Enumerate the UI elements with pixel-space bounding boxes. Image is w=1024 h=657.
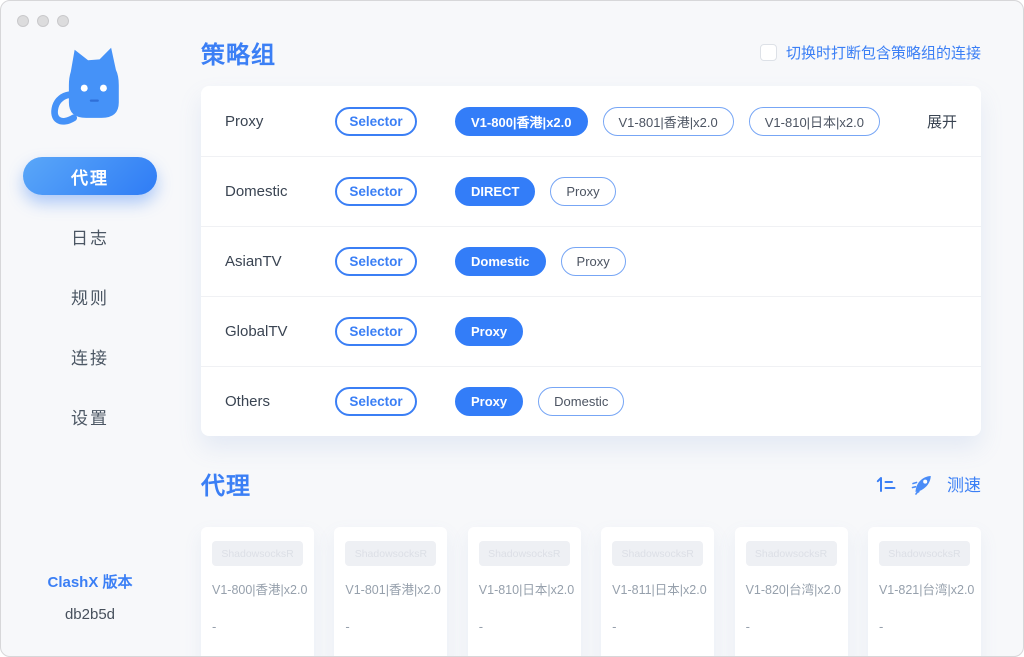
close-button[interactable] [17,15,29,27]
sidebar: 代理 日志 规则 连接 设置 ClashX 版本 db2b5d [1,1,179,657]
selector-type-button[interactable]: Selector [335,107,417,136]
break-connections-option: 切换时打断包含策略组的连接 [760,42,981,63]
sidebar-item-label: 连接 [71,344,109,369]
group-options: Domestic Proxy [455,247,626,276]
clashx-cat-logo [42,41,138,141]
version-hash: db2b5d [1,606,179,623]
proxies-title: 代理 [201,466,251,501]
proxy-option[interactable]: Proxy [550,177,615,206]
proxy-option-selected[interactable]: V1-800|香港|x2.0 [455,107,588,136]
policy-group-row: AsianTV Selector Domestic Proxy [201,226,981,296]
break-connections-label: 切换时打断包含策略组的连接 [786,42,981,63]
proxy-type-badge: ShadowsocksR [212,541,303,566]
proxy-type-badge: ShadowsocksR [612,541,703,566]
window-controls [17,15,69,27]
break-connections-checkbox[interactable] [760,44,777,61]
group-name: AsianTV [225,253,335,270]
expand-button[interactable]: 展开 [927,111,957,132]
sidebar-item-label: 代理 [71,164,109,189]
sidebar-nav: 代理 日志 规则 连接 设置 [23,157,157,457]
group-options: Proxy [455,317,523,346]
proxy-type-badge: ShadowsocksR [746,541,837,566]
proxy-option-selected[interactable]: DIRECT [455,177,535,206]
proxy-option[interactable]: Proxy [561,247,626,276]
group-options: DIRECT Proxy [455,177,616,206]
proxy-name: V1-811|日本|x2.0 [612,579,703,598]
clashx-dashboard-window: 代理 日志 规则 连接 设置 ClashX 版本 db2b5d 策略组 切换时打… [0,0,1024,657]
proxy-latency: - [746,619,750,634]
policy-group-row: Proxy Selector V1-800|香港|x2.0 V1-801|香港|… [201,86,981,156]
version-label: ClashX 版本 [1,571,179,592]
sidebar-item-label: 规则 [71,284,109,309]
minimize-button[interactable] [37,15,49,27]
proxies-header: 代理 测速 [201,466,981,501]
selector-type-button[interactable]: Selector [335,387,417,416]
proxy-name: V1-801|香港|x2.0 [345,579,436,598]
group-name: Others [225,393,335,410]
sidebar-item-rules[interactable]: 规则 [23,277,157,315]
proxy-cards-grid: ShadowsocksR V1-800|香港|x2.0 - Shadowsock… [201,527,981,657]
proxy-latency: - [212,619,216,634]
proxy-latency: - [345,619,349,634]
proxy-name: V1-820|台湾|x2.0 [746,579,837,598]
rocket-icon[interactable] [911,473,933,495]
main-content: 策略组 切换时打断包含策略组的连接 Proxy Selector V1-800|… [201,1,981,657]
proxy-card[interactable]: ShadowsocksR V1-811|日本|x2.0 - [601,527,714,657]
sidebar-item-proxies[interactable]: 代理 [23,157,157,195]
policy-groups-header: 策略组 切换时打断包含策略组的连接 [201,35,981,70]
proxy-card[interactable]: ShadowsocksR V1-810|日本|x2.0 - [468,527,581,657]
selector-type-button[interactable]: Selector [335,247,417,276]
proxy-option[interactable]: V1-810|日本|x2.0 [749,107,880,136]
proxy-option-selected[interactable]: Domestic [455,247,546,276]
proxy-latency: - [479,619,483,634]
proxy-name: V1-821|台湾|x2.0 [879,579,970,598]
policy-groups-card: Proxy Selector V1-800|香港|x2.0 V1-801|香港|… [201,86,981,436]
selector-type-button[interactable]: Selector [335,317,417,346]
proxy-card[interactable]: ShadowsocksR V1-800|香港|x2.0 - [201,527,314,657]
sidebar-item-label: 日志 [71,224,109,249]
proxy-name: V1-800|香港|x2.0 [212,579,303,598]
proxy-type-badge: ShadowsocksR [345,541,436,566]
group-name: GlobalTV [225,323,335,340]
proxy-card[interactable]: ShadowsocksR V1-821|台湾|x2.0 - [868,527,981,657]
proxy-card[interactable]: ShadowsocksR V1-801|香港|x2.0 - [334,527,447,657]
sidebar-item-logs[interactable]: 日志 [23,217,157,255]
proxy-option[interactable]: V1-801|香港|x2.0 [603,107,734,136]
proxy-option[interactable]: Domestic [538,387,624,416]
proxy-option-selected[interactable]: Proxy [455,387,523,416]
proxy-name: V1-810|日本|x2.0 [479,579,570,598]
sort-ascending-icon[interactable] [875,473,897,495]
proxy-type-badge: ShadowsocksR [879,541,970,566]
group-options: Proxy Domestic [455,387,624,416]
sidebar-item-settings[interactable]: 设置 [23,397,157,435]
policy-group-row: Domestic Selector DIRECT Proxy [201,156,981,226]
group-name: Proxy [225,113,335,130]
proxy-card[interactable]: ShadowsocksR V1-820|台湾|x2.0 - [735,527,848,657]
proxy-latency: - [879,619,883,634]
version-info: ClashX 版本 db2b5d [1,571,179,623]
sidebar-item-label: 设置 [71,404,109,429]
proxy-latency: - [612,619,616,634]
policy-group-row: Others Selector Proxy Domestic [201,366,981,436]
group-options: V1-800|香港|x2.0 V1-801|香港|x2.0 V1-810|日本|… [455,107,880,136]
proxies-tools: 测速 [875,471,981,496]
group-name: Domestic [225,183,335,200]
proxy-type-badge: ShadowsocksR [479,541,570,566]
selector-type-button[interactable]: Selector [335,177,417,206]
policy-groups-title: 策略组 [201,35,276,70]
proxy-option-selected[interactable]: Proxy [455,317,523,346]
sidebar-item-connections[interactable]: 连接 [23,337,157,375]
policy-group-row: GlobalTV Selector Proxy [201,296,981,366]
zoom-button[interactable] [57,15,69,27]
speedtest-button[interactable]: 测速 [947,471,981,496]
